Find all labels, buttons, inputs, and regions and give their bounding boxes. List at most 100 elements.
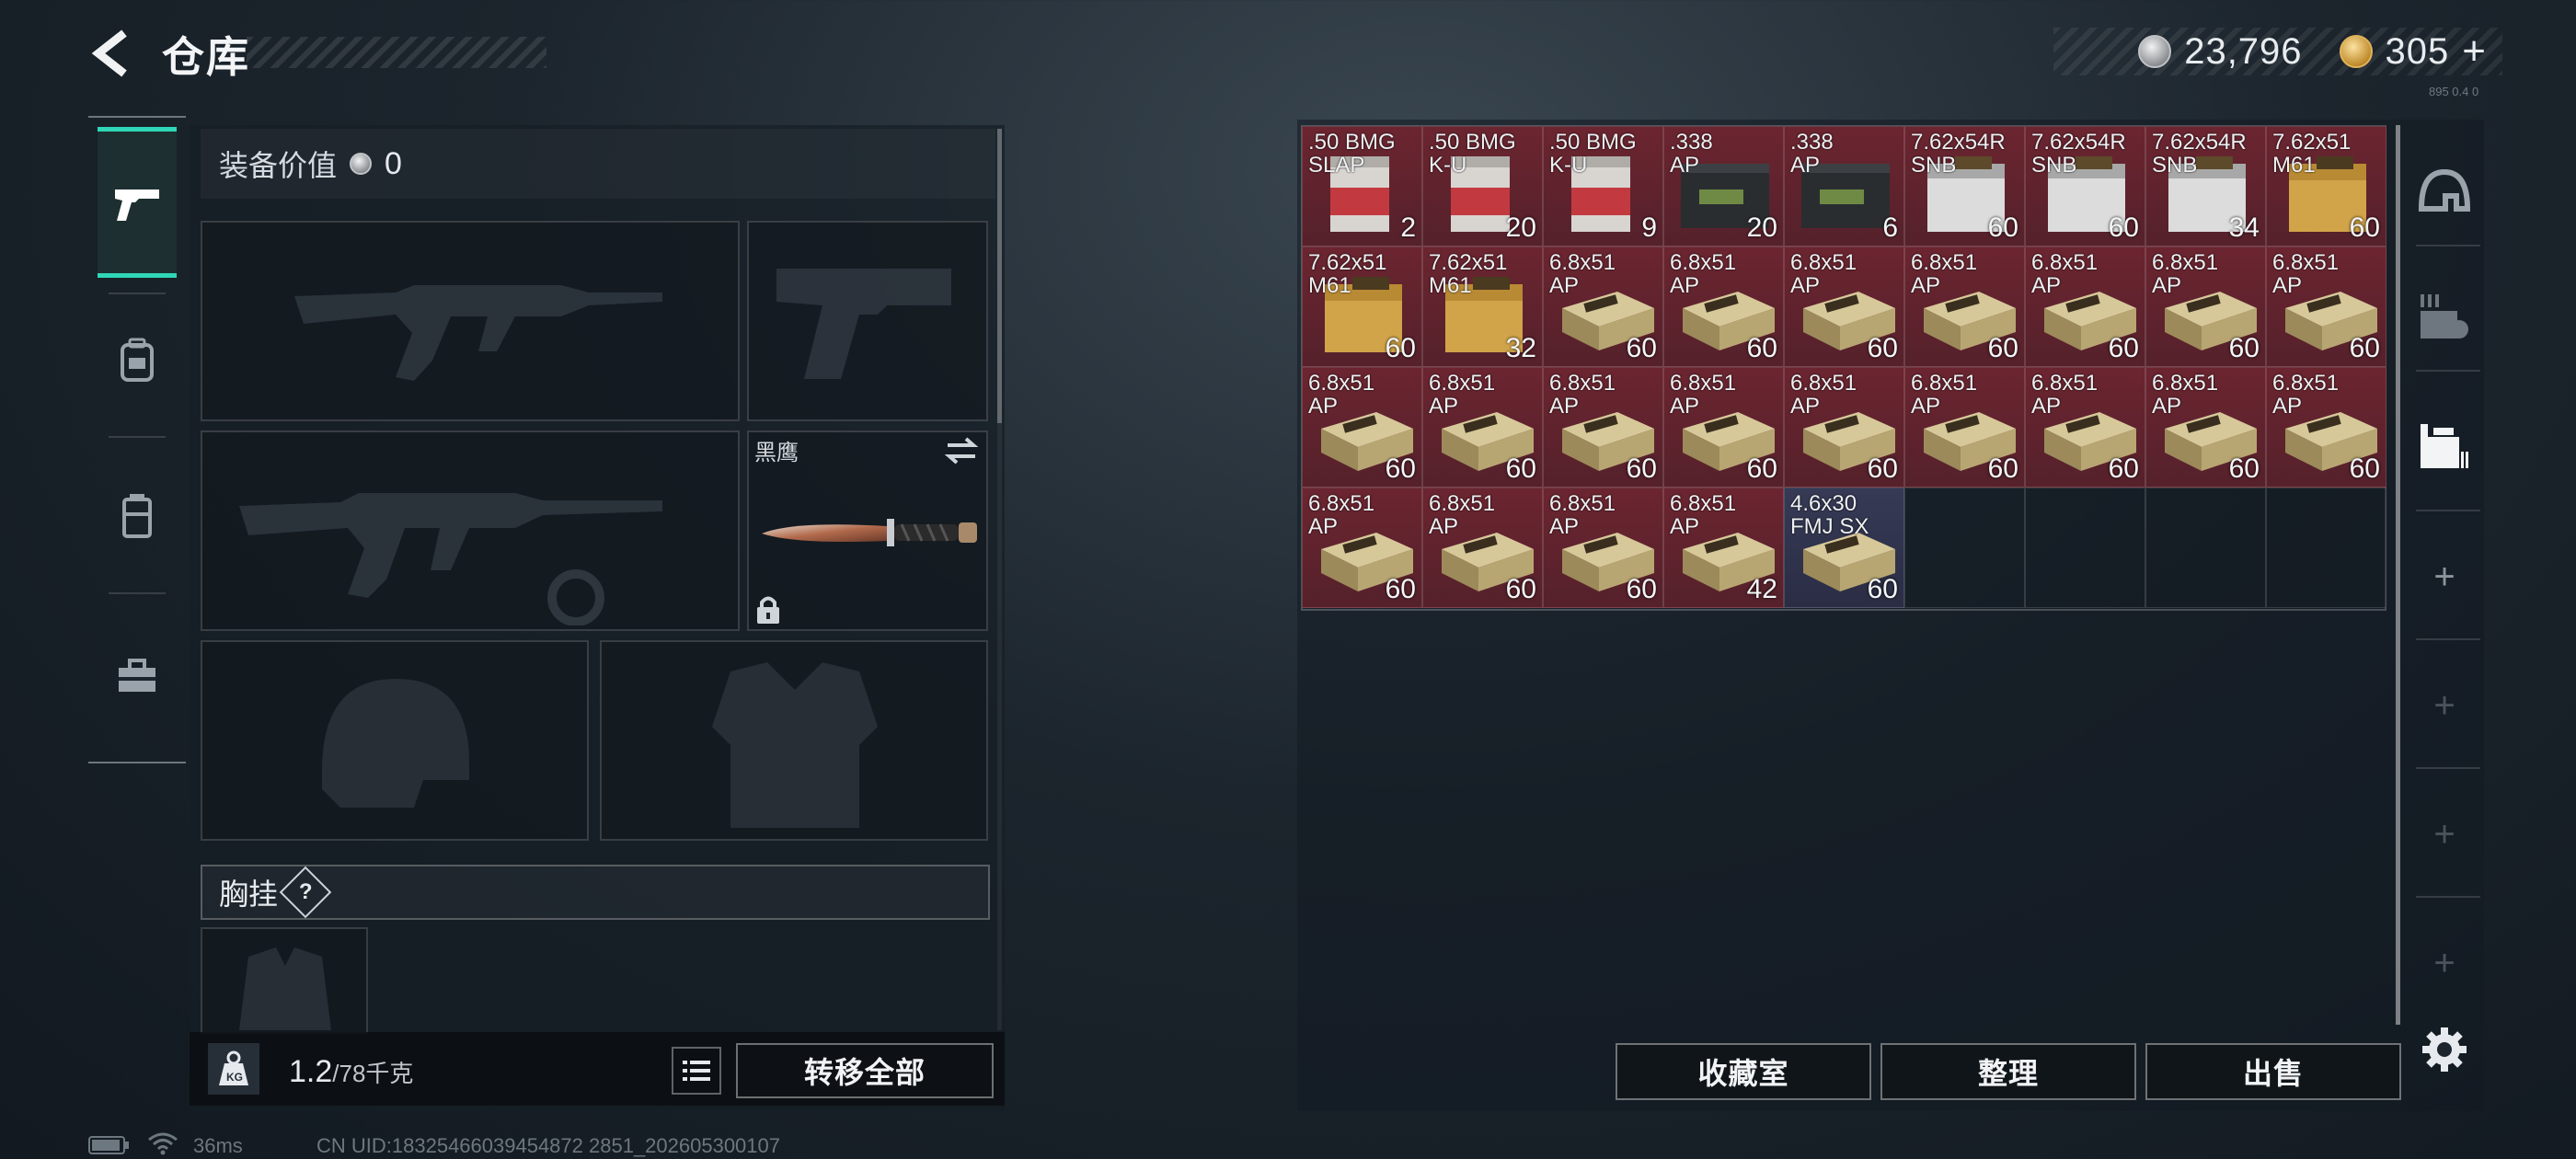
storage-item[interactable]: 6.8x51 AP 60	[1543, 367, 1663, 488]
weapon-rack-icon	[2421, 294, 2468, 339]
storage-scrollbar[interactable]	[2396, 125, 2400, 1025]
empty-slot[interactable]	[2266, 488, 2386, 608]
title-stripe	[247, 37, 546, 68]
primary-weapon-slot[interactable]	[201, 221, 740, 421]
sort-button[interactable]: 整理	[1880, 1043, 2136, 1100]
list-view-button[interactable]	[672, 1047, 721, 1095]
item-name: 4.6x30 FMJ SX	[1790, 491, 1869, 539]
toolbox-icon	[119, 659, 155, 692]
equipment-scrollbar-thumb[interactable]	[997, 129, 1002, 423]
lock-icon	[754, 594, 782, 630]
item-quantity: 60	[2228, 453, 2260, 484]
nav-item-backpack[interactable]	[98, 322, 176, 399]
tool-storage-shelf[interactable]	[2412, 414, 2477, 478]
tool-separator	[2416, 370, 2480, 372]
tool-weapon-rack[interactable]	[2412, 285, 2477, 350]
storage-item[interactable]: 7.62x51 M61 60	[2266, 126, 2386, 247]
storage-item[interactable]: 6.8x51 AP 60	[2145, 247, 2266, 367]
rifle-silhouette-icon	[239, 493, 662, 625]
storage-item[interactable]: .338 AP 20	[1663, 126, 1784, 247]
tool-helmet[interactable]	[2412, 160, 2477, 224]
item-name: 6.8x51 AP	[1790, 250, 1857, 298]
empty-slot[interactable]	[2145, 488, 2266, 608]
page-title: 仓库	[162, 33, 250, 81]
item-name: 6.8x51 AP	[2272, 250, 2340, 298]
swap-icon[interactable]	[944, 436, 979, 470]
storage-shelf-icon	[2421, 424, 2468, 468]
storage-item[interactable]: 6.8x51 AP 60	[2266, 367, 2386, 488]
storage-item[interactable]: .50 BMG K-U 20	[1422, 126, 1543, 247]
storage-item[interactable]: 6.8x51 AP 60	[1302, 488, 1422, 608]
transfer-all-button[interactable]: 转移全部	[736, 1043, 994, 1098]
add-storage-button[interactable]: +	[2412, 673, 2477, 738]
item-quantity: 60	[1626, 574, 1657, 604]
item-name: 6.8x51 AP	[1429, 491, 1496, 539]
storage-item[interactable]: .50 BMG K-U 9	[1543, 126, 1663, 247]
storage-item[interactable]: 6.8x51 AP 60	[1543, 247, 1663, 367]
empty-slot[interactable]	[2025, 488, 2145, 608]
storage-item[interactable]: 6.8x51 AP 60	[1663, 367, 1784, 488]
storage-item[interactable]: 6.8x51 AP 60	[1543, 488, 1663, 608]
add-storage-button[interactable]: +	[2412, 802, 2477, 866]
storage-item[interactable]: 6.8x51 AP 60	[2025, 247, 2145, 367]
storage-item[interactable]: 4.6x30 FMJ SX 60	[1784, 488, 1904, 608]
collection-room-button[interactable]: 收藏室	[1616, 1043, 1871, 1100]
storage-item[interactable]: 6.8x51 AP 42	[1663, 488, 1784, 608]
silver-coin-icon	[350, 153, 373, 175]
tool-separator	[2416, 245, 2480, 247]
storage-item[interactable]: 6.8x51 AP 60	[1784, 247, 1904, 367]
add-currency-button[interactable]: +	[2462, 29, 2486, 75]
storage-item[interactable]: 7.62x51 M61 60	[1302, 247, 1422, 367]
storage-item[interactable]: 7.62x54R SNB 60	[2025, 126, 2145, 247]
storage-item[interactable]: 6.8x51 AP 60	[2266, 247, 2386, 367]
storage-item[interactable]: .338 AP 6	[1784, 126, 1904, 247]
storage-item[interactable]: 6.8x51 AP 60	[1904, 247, 2025, 367]
storage-item[interactable]: 6.8x51 AP 60	[1904, 367, 2025, 488]
add-storage-button[interactable]: +	[2412, 545, 2477, 609]
item-quantity: 60	[2108, 453, 2139, 484]
storage-item[interactable]: 6.8x51 AP 60	[1422, 488, 1543, 608]
item-quantity: 60	[2349, 453, 2380, 484]
storage-item[interactable]: 6.8x51 AP 60	[2145, 367, 2266, 488]
chest-rig-header: 胸挂 ?	[201, 865, 990, 920]
storage-item[interactable]: 6.8x51 AP 60	[2025, 367, 2145, 488]
item-quantity: 20	[1505, 212, 1536, 243]
item-name: 7.62x51 M61	[2272, 130, 2352, 178]
helmet-slot[interactable]	[201, 640, 589, 841]
settings-button[interactable]	[2412, 1017, 2477, 1082]
back-arrow-icon	[91, 29, 127, 77]
nav-item-vest[interactable]	[98, 478, 176, 556]
ping-readout: 36ms	[193, 1134, 243, 1157]
storage-item[interactable]: 7.62x54R SNB 60	[1904, 126, 2025, 247]
item-name: 6.8x51 AP	[1911, 250, 1978, 298]
storage-item[interactable]: 6.8x51 AP 60	[1663, 247, 1784, 367]
battery-icon	[88, 1135, 131, 1159]
currency-bar: 23,796 305 +	[2053, 28, 2502, 75]
pistol-icon	[115, 189, 159, 221]
pistol-slot[interactable]	[747, 221, 988, 421]
empty-slot[interactable]	[1904, 488, 2025, 608]
gear-icon	[2422, 1027, 2467, 1072]
storage-item[interactable]: 6.8x51 AP 60	[1784, 367, 1904, 488]
secondary-weapon-slot[interactable]	[201, 430, 740, 631]
armor-slot[interactable]	[600, 640, 988, 841]
sell-button[interactable]: 出售	[2145, 1043, 2401, 1100]
add-storage-button[interactable]: +	[2412, 931, 2477, 995]
help-icon: ?	[298, 878, 313, 904]
storage-item[interactable]: 7.62x51 M61 32	[1422, 247, 1543, 367]
item-quantity: 60	[1385, 333, 1416, 363]
nav-item-weapons[interactable]	[98, 166, 176, 243]
storage-item[interactable]: 7.62x54R SNB 34	[2145, 126, 2266, 247]
storage-item[interactable]: 6.8x51 AP 60	[1302, 367, 1422, 488]
item-quantity: 34	[2228, 212, 2260, 243]
knife-icon	[762, 519, 977, 546]
melee-name: 黑鹰	[754, 441, 799, 465]
help-button[interactable]: ?	[279, 866, 332, 919]
item-name: 7.62x54R SNB	[1911, 130, 2006, 178]
chest-rig-slot[interactable]	[201, 927, 368, 1034]
nav-separator	[109, 293, 166, 294]
back-button[interactable]	[85, 26, 140, 81]
storage-item[interactable]: .50 BMG SLAP 2	[1302, 126, 1422, 247]
storage-item[interactable]: 6.8x51 AP 60	[1422, 367, 1543, 488]
nav-item-toolbox[interactable]	[98, 638, 176, 716]
